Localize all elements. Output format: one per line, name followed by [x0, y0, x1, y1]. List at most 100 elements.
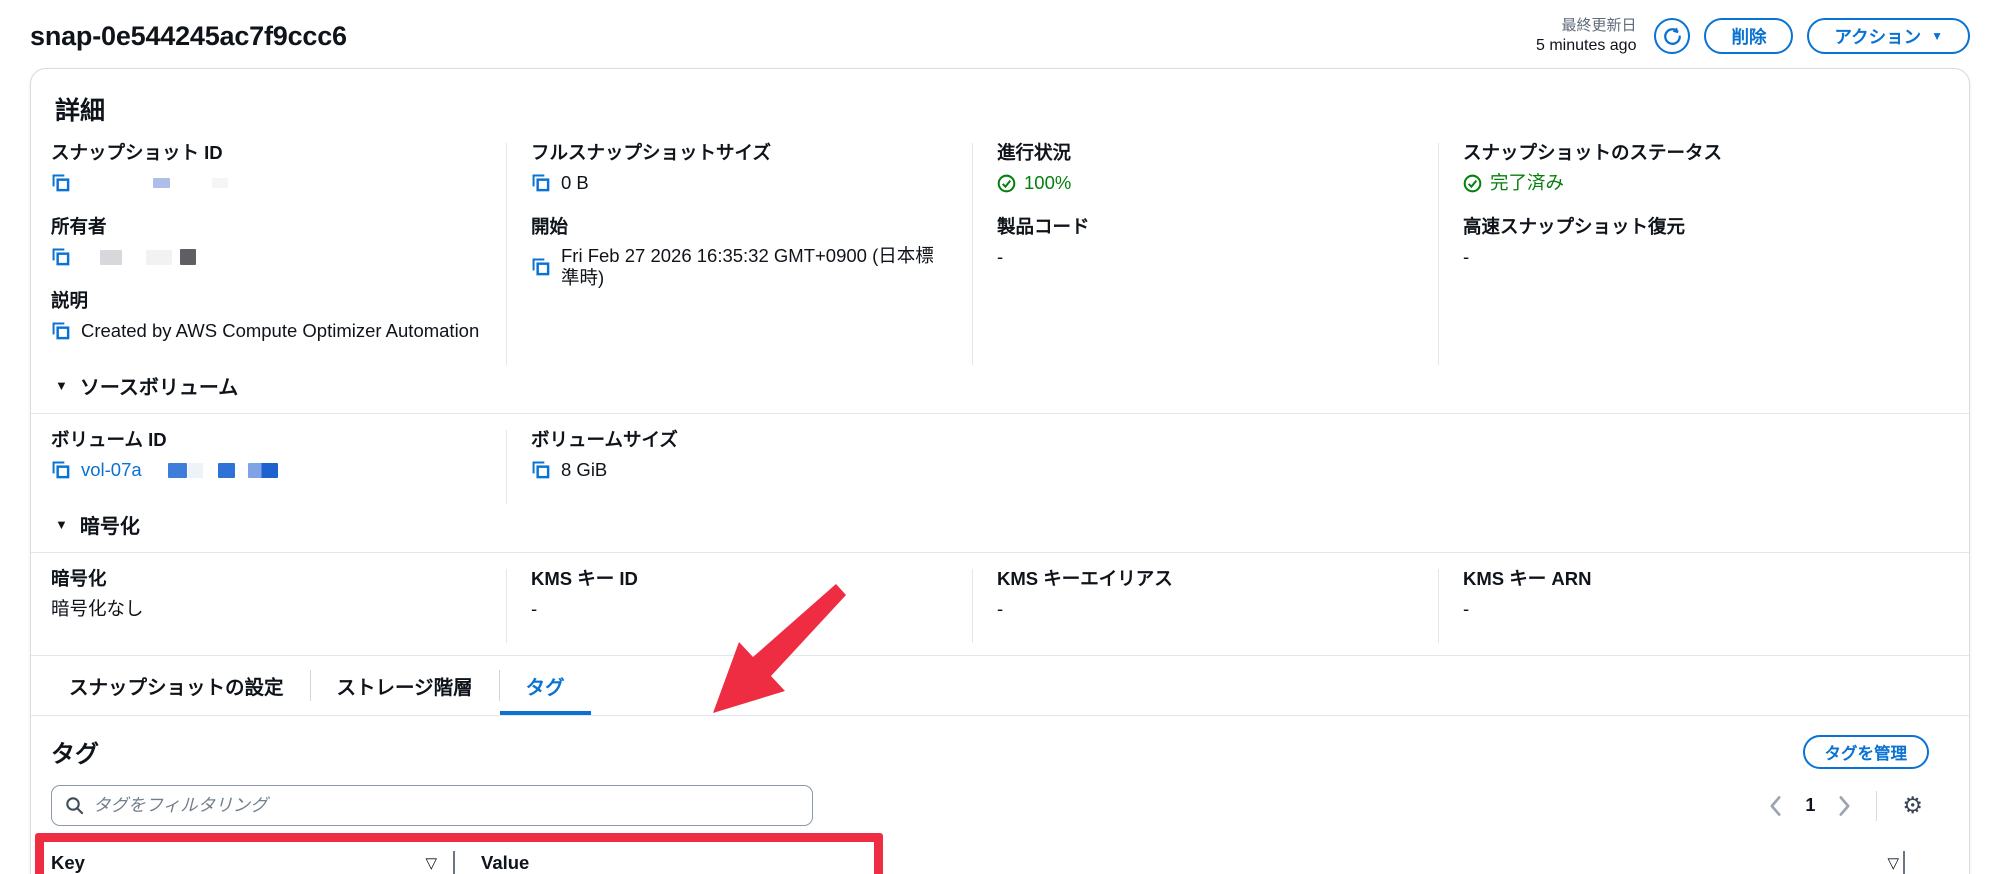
table-settings-button[interactable]: ⚙ — [1902, 794, 1923, 817]
collapse-icon: ▼ — [55, 517, 68, 533]
copy-icon — [51, 460, 71, 480]
volume-id-link[interactable]: vol-07a — [81, 459, 142, 481]
actions-button[interactable]: アクション ▼ — [1807, 18, 1970, 55]
source-volume-column-4 — [1438, 430, 1969, 504]
delete-button[interactable]: 削除 — [1704, 18, 1794, 55]
details-column-3: 進行状況 100% 製品コード - — [972, 143, 1438, 366]
tags-panel: タグ タグを管理 1 ⚙ — [31, 716, 1969, 874]
details-grid: スナップショット ID 所有者 説明 Created by AWS Comput… — [31, 142, 1969, 366]
field-label: 説明 — [51, 290, 89, 312]
refresh-icon — [1662, 26, 1683, 47]
copy-volume-size-button[interactable] — [531, 460, 551, 480]
details-heading: 詳細 — [55, 97, 106, 126]
encryption-heading: 暗号化 — [79, 516, 140, 539]
field-volume-size: ボリュームサイズ 8 GiB — [531, 430, 948, 482]
kms-key-id-value: - — [531, 598, 538, 620]
field-label: スナップショットのステータス — [1463, 142, 1723, 164]
previous-page-button[interactable] — [1769, 795, 1782, 817]
kms-key-alias-value: - — [997, 598, 1004, 620]
details-column-4: スナップショットのステータス 完了済み 高速スナップショット復元 - — [1438, 142, 1969, 366]
copy-icon — [531, 257, 551, 277]
copy-snapshot-id-button[interactable] — [51, 173, 71, 193]
field-product-code: 製品コード - — [997, 217, 1414, 269]
field-label: 製品コード — [997, 216, 1090, 238]
tags-heading: タグ — [51, 741, 99, 769]
field-description: 説明 Created by AWS Compute Optimizer Auto… — [51, 291, 482, 343]
tags-table-wrap: Key ▽ Value ▽ — [35, 833, 1945, 874]
volume-size-value: 8 GiB — [561, 459, 608, 481]
encryption-column-2: KMS キー ID - — [506, 569, 972, 644]
redacted-value — [180, 249, 196, 266]
field-encryption: 暗号化 暗号化なし — [51, 569, 482, 621]
redacted-value — [187, 462, 203, 478]
redacted-value — [217, 462, 235, 478]
success-check-icon — [1463, 174, 1482, 193]
field-label: 所有者 — [51, 216, 107, 238]
pagination: 1 ⚙ — [1769, 790, 1923, 821]
copy-size-button[interactable] — [531, 173, 551, 193]
field-snapshot-id: スナップショット ID — [51, 143, 482, 195]
tag-filter-input[interactable] — [93, 795, 799, 817]
next-page-button[interactable] — [1838, 795, 1851, 817]
key-column-filter-icon[interactable]: ▽ — [425, 856, 437, 871]
field-label: フルスナップショットサイズ — [531, 142, 771, 164]
details-column-2: フルスナップショットサイズ 0 B 開始 Fri Feb 27 2026 16:… — [506, 142, 972, 366]
field-label: KMS キー ARN — [1463, 568, 1592, 590]
source-volume-column-2: ボリュームサイズ 8 GiB — [506, 430, 972, 505]
source-volume-section-toggle[interactable]: ▼ ソースボリューム — [31, 365, 1969, 413]
copy-started-button[interactable] — [531, 257, 551, 277]
encryption-column-1: 暗号化 暗号化なし — [31, 569, 506, 643]
field-label: ボリューム ID — [51, 429, 167, 451]
tab-storage-tier[interactable]: ストレージ階層 — [311, 656, 499, 715]
source-volume-grid: ボリューム ID vol-07a ボリュームサイズ 8 GiB — [31, 414, 1969, 505]
tab-tags[interactable]: タグ — [499, 656, 591, 716]
encryption-section-toggle[interactable]: ▼ 暗号化 — [31, 504, 1969, 552]
last-updated: 最終更新日 5 minutes ago — [1536, 16, 1637, 56]
copy-owner-button[interactable] — [51, 247, 71, 267]
encryption-grid: 暗号化 暗号化なし KMS キー ID - KMS キーエイリアス - KMS … — [31, 553, 1969, 644]
redacted-value — [100, 249, 122, 265]
field-label: 開始 — [531, 216, 569, 238]
field-owner: 所有者 — [51, 217, 482, 269]
tab-snapshot-settings[interactable]: スナップショットの設定 — [43, 656, 310, 715]
current-page[interactable]: 1 — [1805, 795, 1815, 816]
tags-table: Key ▽ Value ▽ — [51, 842, 1945, 874]
collapse-icon: ▼ — [55, 378, 68, 394]
snapshot-card: 詳細 スナップショット ID 所有者 説明 Created by AWS Com… — [30, 68, 1970, 874]
value-column-filter-icon[interactable]: ▽ — [1887, 856, 1899, 871]
field-volume-id: ボリューム ID vol-07a — [51, 430, 482, 482]
tab-bar: スナップショットの設定 ストレージ階層 タグ — [31, 655, 1969, 717]
field-label: 進行状況 — [997, 142, 1072, 164]
status-value: 完了済み — [1490, 172, 1565, 194]
encryption-column-4: KMS キー ARN - — [1438, 568, 1969, 644]
last-updated-label: 最終更新日 — [1561, 17, 1637, 34]
refresh-button[interactable] — [1654, 18, 1691, 55]
delete-button-label: 削除 — [1731, 26, 1767, 47]
source-volume-heading: ソースボリューム — [79, 377, 239, 400]
redacted-value — [167, 462, 187, 478]
manage-tags-button[interactable]: タグを管理 — [1802, 734, 1929, 769]
kms-key-arn-value: - — [1463, 598, 1470, 620]
field-label: 高速スナップショット復元 — [1463, 216, 1686, 238]
field-label: KMS キーエイリアス — [997, 568, 1173, 590]
field-kms-key-id: KMS キー ID - — [531, 569, 948, 621]
field-fast-snapshot-restore: 高速スナップショット復元 - — [1463, 217, 1945, 269]
encryption-column-3: KMS キーエイリアス - — [972, 569, 1438, 644]
product-code-value: - — [997, 246, 1004, 268]
progress-value: 100% — [1024, 172, 1072, 194]
description-value: Created by AWS Compute Optimizer Automat… — [81, 320, 480, 342]
copy-description-button[interactable] — [51, 321, 71, 341]
column-divider — [1903, 851, 1905, 874]
chevron-left-icon — [1769, 795, 1782, 817]
field-kms-key-alias: KMS キーエイリアス - — [997, 569, 1414, 621]
caret-down-icon: ▼ — [1931, 29, 1943, 44]
field-label: KMS キー ID — [531, 568, 638, 590]
header-actions: 最終更新日 5 minutes ago 削除 アクション ▼ — [1536, 16, 1970, 56]
field-progress: 進行状況 100% — [997, 143, 1414, 195]
value-column-header: Value ▽ — [455, 842, 1945, 874]
copy-volume-id-button[interactable] — [51, 460, 71, 480]
snapshot-details-page: snap-0e544245ac7f9ccc6 最終更新日 5 minutes a… — [0, 0, 2000, 874]
last-updated-value: 5 minutes ago — [1535, 36, 1637, 54]
field-label: ボリュームサイズ — [531, 429, 678, 451]
value-column-label: Value — [481, 852, 530, 874]
